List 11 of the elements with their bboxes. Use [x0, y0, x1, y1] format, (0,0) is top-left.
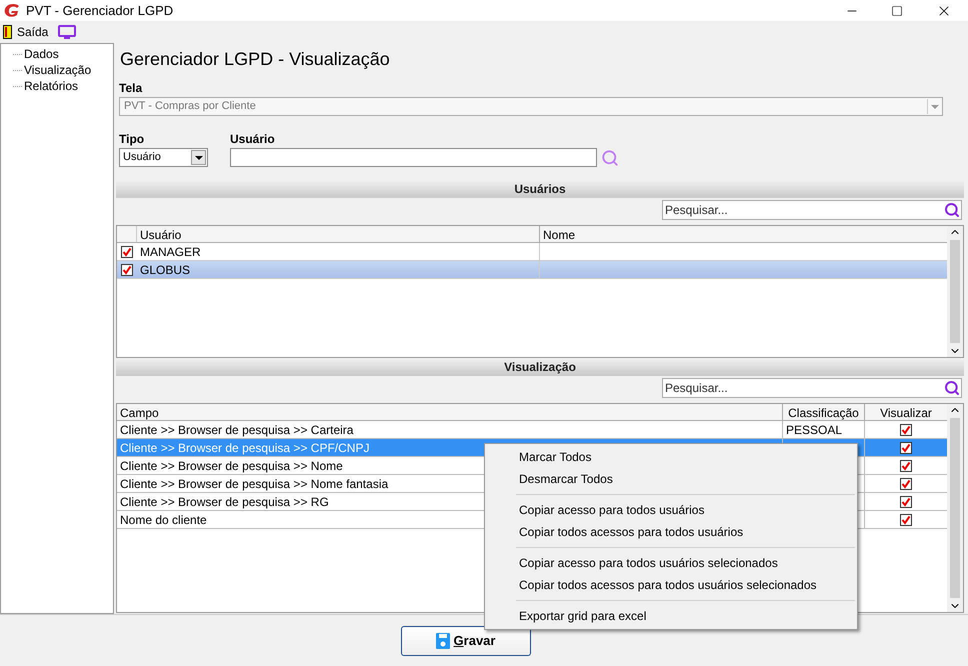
field-label: Tela: [118, 80, 144, 97]
field-label: Tipo: [119, 131, 146, 148]
window-title: PVT - Gerenciador LGPD: [26, 2, 174, 20]
table-cell-text: PESSOAL: [786, 422, 842, 438]
table-cell: MANAGER: [137, 243, 540, 260]
field-label: Usuário: [230, 131, 276, 148]
section-header: Usuários: [116, 180, 964, 198]
page-heading: Gerenciador LGPD - Visualização: [119, 48, 391, 71]
table-cell: GLOBUS: [137, 261, 540, 278]
section-header: Visualização: [116, 358, 964, 376]
table-cell: Cliente >> Browser de pesquisa >> Carteira: [117, 421, 783, 438]
